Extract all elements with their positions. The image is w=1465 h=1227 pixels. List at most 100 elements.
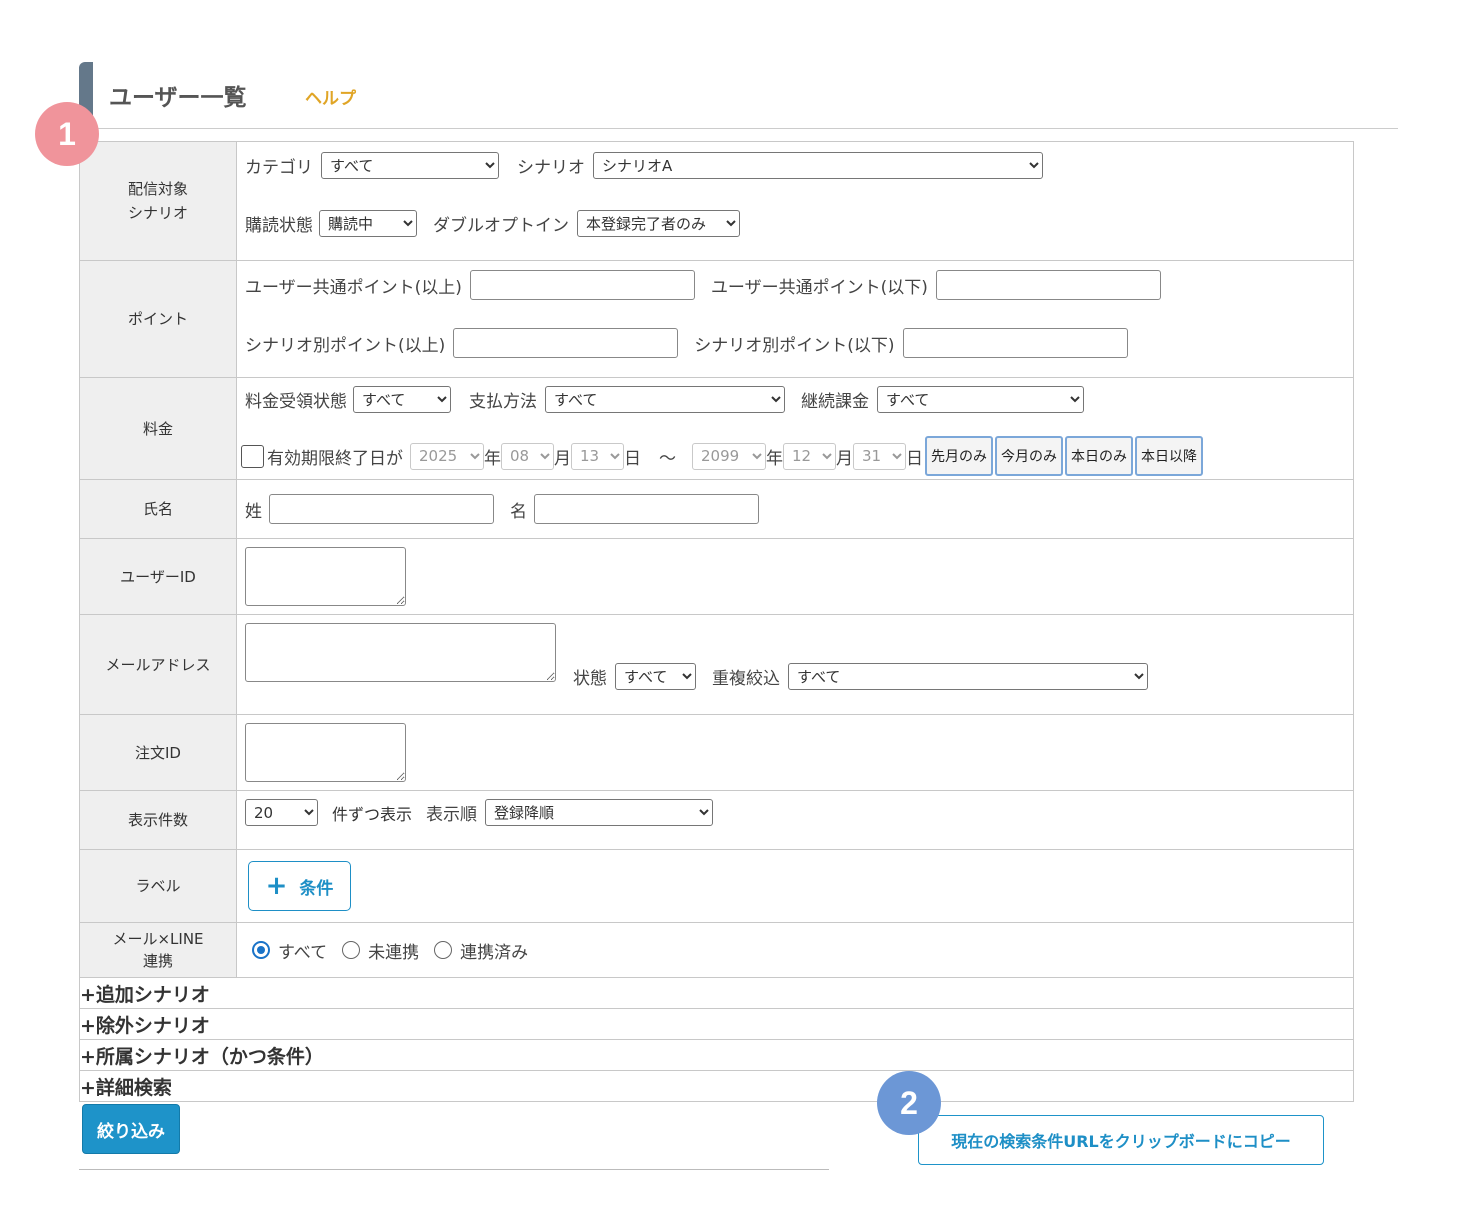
help-link[interactable]: ヘルプ	[305, 84, 356, 109]
page-size-suffix: 件ずつ表示	[332, 804, 413, 824]
email-row: メールアドレス 状態 すべて 重複絞込 すべて	[79, 614, 1354, 715]
order-id-textarea[interactable]	[245, 723, 406, 782]
order-row: 注文ID	[79, 714, 1354, 791]
link-unlinked-label: 未連携	[368, 942, 420, 963]
tag-row: ラベル + 条件	[79, 849, 1354, 923]
sort-order-select[interactable]: 登録降順	[485, 799, 714, 826]
line-link-row-label: メール×LINE 連携	[79, 922, 237, 978]
scenario-select[interactable]: シナリオA	[593, 152, 1043, 179]
from-month-select[interactable]: 08	[501, 442, 554, 470]
fee-row: 料金 料金受領状態 すべて 支払方法 すべて 継続課金 すべて 有効期限終了日が…	[79, 377, 1354, 480]
first-name-label: 名	[510, 501, 527, 522]
userid-row: ユーザーID	[79, 538, 1354, 615]
expiry-label: 有効期限終了日が	[267, 448, 403, 469]
from-month-suffix: 月	[554, 448, 571, 469]
copy-search-url-button[interactable]: 現在の検索条件URLをクリップボードにコピー	[918, 1115, 1324, 1165]
first-name-input[interactable]	[534, 494, 759, 524]
userid-row-label: ユーザーID	[79, 538, 237, 615]
member-scenario-row: +所属シナリオ（かつ条件）	[79, 1039, 1354, 1071]
from-year-suffix: 年	[484, 448, 501, 469]
to-day-suffix: 日	[906, 448, 923, 469]
display-row-label: 表示件数	[79, 790, 237, 850]
scenario-point-min-label: シナリオ別ポイント(以上)	[245, 335, 446, 356]
subscription-select[interactable]: 購読中	[319, 210, 417, 237]
search-form-table: 配信対象 シナリオ カテゴリ すべて シナリオ シナリオA 購読状態 購読中 ダ…	[79, 141, 1354, 1102]
link-all-radio[interactable]	[252, 941, 270, 959]
receipt-status-select[interactable]: すべて	[353, 386, 451, 413]
dedupe-select[interactable]: すべて	[788, 663, 1148, 690]
today-only-button[interactable]: 本日のみ	[1065, 436, 1133, 476]
page-title: ユーザー一覧	[109, 85, 247, 111]
annotation-marker-2: 2	[877, 1071, 941, 1135]
common-point-max-input[interactable]	[935, 270, 1161, 300]
tag-row-label: ラベル	[79, 849, 237, 923]
link-unlinked-radio[interactable]	[342, 941, 361, 959]
category-label: カテゴリ	[245, 158, 313, 178]
scenario-row-label: 配信対象 シナリオ	[79, 141, 237, 261]
recurring-billing-label: 継続課金	[801, 392, 869, 412]
subscription-label: 購読状態	[245, 216, 313, 236]
from-year-select[interactable]: 2025	[410, 442, 484, 470]
common-point-max-label: ユーザー共通ポイント(以下)	[710, 277, 928, 298]
name-row-label: 氏名	[79, 479, 237, 539]
plus-icon: +	[265, 871, 288, 901]
scenario-point-max-input[interactable]	[902, 328, 1128, 358]
annotation-marker-1: 1	[35, 102, 99, 166]
title-divider	[93, 128, 1398, 129]
double-optin-label: ダブルオプトイン	[433, 216, 569, 236]
add-condition-button[interactable]: + 条件	[248, 861, 351, 911]
scenario-point-min-input[interactable]	[453, 328, 679, 358]
point-row: ポイント ユーザー共通ポイント(以上) ユーザー共通ポイント(以下) シナリオ別…	[79, 260, 1354, 378]
common-point-min-input[interactable]	[469, 270, 695, 300]
payment-method-label: 支払方法	[469, 392, 537, 412]
recurring-billing-select[interactable]: すべて	[877, 386, 1084, 413]
payment-method-select[interactable]: すべて	[545, 386, 785, 413]
category-select[interactable]: すべて	[321, 152, 499, 179]
line-link-row: メール×LINE 連携 すべて 未連携 連携済み	[79, 922, 1354, 978]
link-all-label: すべて	[278, 942, 328, 963]
filter-button[interactable]: 絞り込み	[82, 1104, 180, 1154]
double-optin-select[interactable]: 本登録完了者のみ	[577, 210, 740, 237]
from-day-suffix: 日	[624, 448, 641, 469]
advanced-search-toggle[interactable]: +詳細検索	[79, 1070, 1354, 1102]
userid-textarea[interactable]	[245, 547, 406, 606]
to-year-select[interactable]: 2099	[692, 442, 766, 470]
scenario-point-max-label: シナリオ別ポイント(以下)	[694, 335, 895, 356]
from-day-select[interactable]: 13	[571, 442, 624, 470]
common-point-min-label: ユーザー共通ポイント(以上)	[245, 277, 462, 298]
email-row-label: メールアドレス	[79, 614, 237, 715]
excluded-scenario-toggle[interactable]: +除外シナリオ	[79, 1008, 1354, 1040]
link-linked-radio[interactable]	[434, 941, 453, 959]
today-onward-button[interactable]: 本日以降	[1135, 436, 1203, 476]
sort-order-label: 表示順	[426, 805, 478, 825]
email-textarea[interactable]	[245, 623, 556, 682]
last-name-input[interactable]	[269, 494, 494, 524]
name-row: 氏名 姓 名	[79, 479, 1354, 539]
range-tilde: ～	[659, 448, 676, 469]
scenario-row: 配信対象 シナリオ カテゴリ すべて シナリオ シナリオA 購読状態 購読中 ダ…	[79, 141, 1354, 261]
fee-row-label: 料金	[79, 377, 237, 480]
expiry-checkbox[interactable]	[241, 444, 264, 468]
dedupe-label: 重複絞込	[712, 669, 780, 689]
order-row-label: 注文ID	[79, 714, 237, 791]
display-row: 表示件数 20 件ずつ表示 表示順 登録降順	[79, 790, 1354, 850]
member-scenario-toggle[interactable]: +所属シナリオ（かつ条件）	[79, 1039, 1354, 1071]
last-month-button[interactable]: 先月のみ	[925, 436, 993, 476]
excluded-scenario-row: +除外シナリオ	[79, 1008, 1354, 1040]
to-day-select[interactable]: 31	[853, 442, 906, 470]
scenario-label: シナリオ	[517, 158, 585, 178]
add-condition-label: 条件	[299, 878, 334, 899]
this-month-button[interactable]: 今月のみ	[995, 436, 1063, 476]
additional-scenario-toggle[interactable]: +追加シナリオ	[79, 977, 1354, 1009]
email-status-label: 状態	[573, 669, 607, 689]
to-year-suffix: 年	[766, 448, 783, 469]
advanced-search-row: +詳細検索	[79, 1070, 1354, 1102]
receipt-status-label: 料金受領状態	[245, 392, 347, 412]
bottom-divider	[79, 1169, 829, 1170]
to-month-suffix: 月	[836, 448, 853, 469]
page-size-select[interactable]: 20	[245, 799, 318, 826]
email-status-select[interactable]: すべて	[615, 663, 696, 690]
point-row-label: ポイント	[79, 260, 237, 378]
additional-scenario-row: +追加シナリオ	[79, 977, 1354, 1009]
to-month-select[interactable]: 12	[783, 442, 836, 470]
